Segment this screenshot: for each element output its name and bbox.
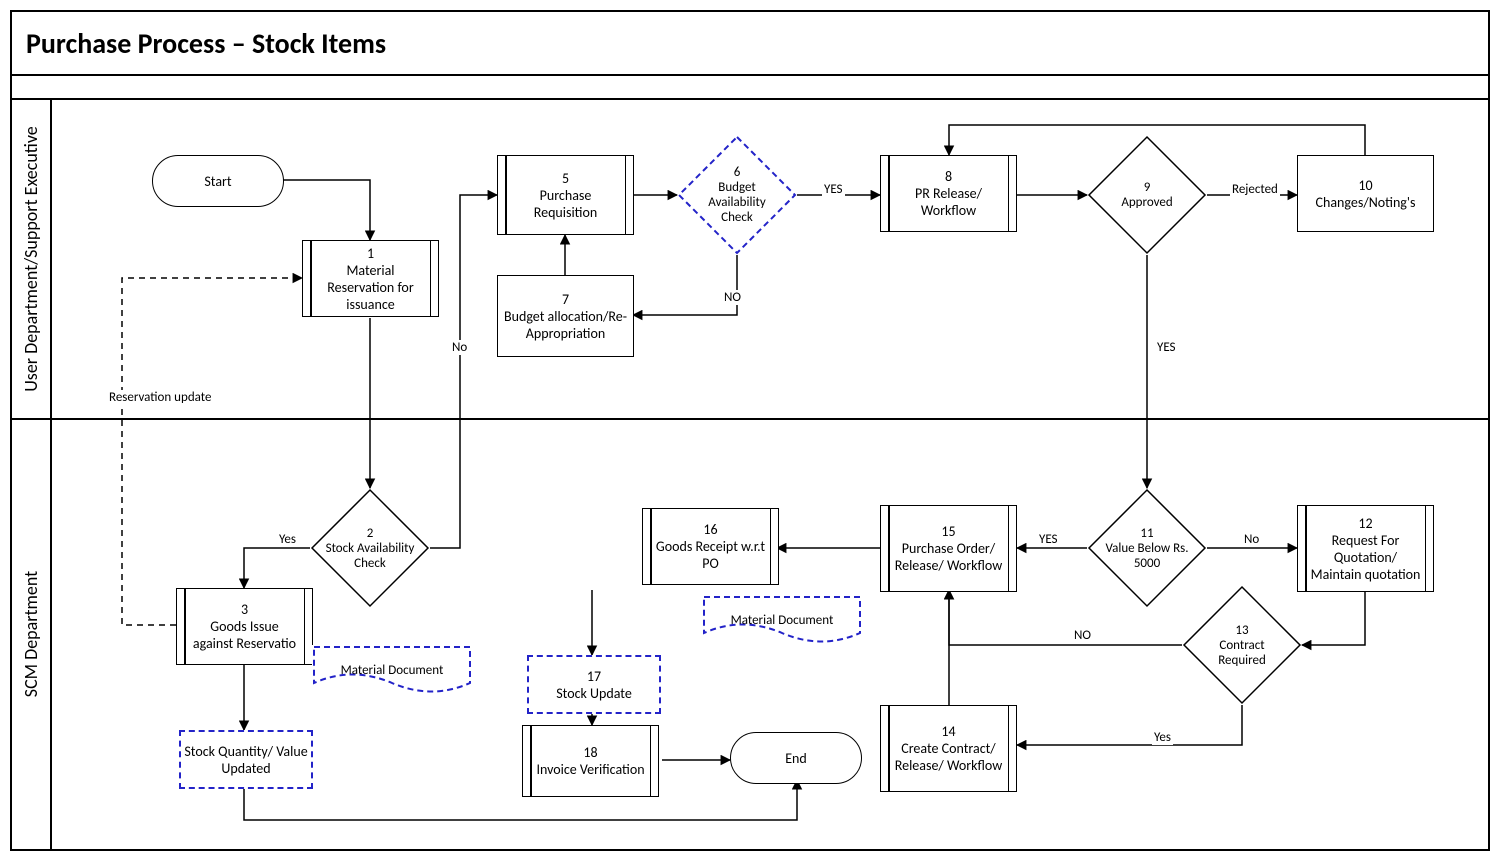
- node-label: Value Below Rs. 5000: [1102, 541, 1192, 571]
- edge-reservation-update: Reservation update: [107, 390, 213, 405]
- node-3-goods-issue: 3 Goods Issue against Reservatio: [176, 588, 313, 665]
- node-num: 10: [1316, 177, 1416, 194]
- node-15-purchase-order: 15 Purchase Order/ Release/ Workflow: [880, 505, 1017, 592]
- node-label: Stock Availability Check: [325, 541, 415, 571]
- node-end: End: [730, 732, 862, 784]
- edge-no-2: NO: [722, 290, 743, 305]
- node-num: 18: [536, 744, 644, 761]
- lane-label-scm: SCM Department: [20, 570, 42, 696]
- node-17-stock-update: 17 Stock Update: [527, 655, 661, 714]
- node-num: 17: [556, 668, 632, 685]
- node-num: 15: [893, 523, 1004, 540]
- diagram-frame: Purchase Process – Stock Items User Depa…: [10, 10, 1490, 851]
- edge-yes-5: Yes: [1152, 730, 1173, 745]
- node-num: 12: [1310, 515, 1421, 532]
- node-num: 11: [1102, 526, 1192, 541]
- node-label: Changes/Noting's: [1316, 194, 1416, 211]
- node-9-approved: 9 Approved: [1087, 135, 1207, 255]
- node-num: 7: [498, 291, 633, 308]
- node-13-contract-required: 13 Contract Required: [1182, 585, 1302, 705]
- node-num: 3: [189, 601, 300, 618]
- node-label: Stock Update: [556, 685, 632, 702]
- node-num: 14: [893, 723, 1004, 740]
- node-num: 2: [325, 526, 415, 541]
- node-num: 16: [655, 521, 766, 538]
- node-12-rfq: 12 Request For Quotation/ Maintain quota…: [1297, 505, 1434, 592]
- node-16-goods-receipt: 16 Goods Receipt w.r.t PO: [642, 508, 779, 585]
- node-2-stock-check: 2 Stock Availability Check: [310, 488, 430, 608]
- lane-label-col: User Department/Support Executive: [12, 100, 52, 418]
- lane-label-user: User Department/Support Executive: [20, 126, 42, 392]
- node-label: Invoice Verification: [536, 761, 644, 778]
- doc-label: Material Document: [341, 663, 444, 678]
- spacer-bar: [12, 76, 1488, 100]
- edge-no-1: No: [450, 340, 469, 355]
- node-stock-qty-updated: Stock Quantity/ Value Updated: [179, 730, 313, 789]
- edge-yes-2: YES: [822, 182, 845, 197]
- node-material-document-2: Material Document: [702, 595, 862, 645]
- node-label: Purchase Requisition: [510, 187, 621, 221]
- node-5-purchase-requisition: 5 Purchase Requisition: [497, 155, 634, 235]
- swimlanes: User Department/Support Executive SCM De…: [12, 100, 1488, 847]
- node-8-pr-release: 8 PR Release/ Workflow: [880, 155, 1017, 232]
- node-18-invoice-verification: 18 Invoice Verification: [522, 725, 659, 797]
- node-num: 5: [510, 170, 621, 187]
- node-label: Approved: [1102, 195, 1192, 210]
- node-material-document-1: Material Document: [312, 645, 472, 695]
- node-label: Purchase Order/ Release/ Workflow: [893, 540, 1004, 574]
- edge-yes-4: YES: [1037, 532, 1060, 547]
- node-num: 8: [893, 168, 1004, 185]
- node-label: Goods Issue against Reservatio: [189, 618, 300, 652]
- edge-rejected: Rejected: [1230, 182, 1280, 197]
- node-1-material-reservation: 1 Material Reservation for issuance: [302, 240, 439, 317]
- node-label: Contract Required: [1197, 638, 1287, 668]
- node-end-label: End: [785, 750, 807, 767]
- node-label: Request For Quotation/ Maintain quotatio…: [1310, 532, 1421, 583]
- node-num: 1: [315, 245, 426, 262]
- node-14-create-contract: 14 Create Contract/ Release/ Workflow: [880, 705, 1017, 792]
- edge-no-4: NO: [1072, 628, 1093, 643]
- node-label: Create Contract/ Release/ Workflow: [893, 740, 1004, 774]
- node-10-changes: 10 Changes/Noting's: [1297, 155, 1434, 232]
- node-label: PR Release/ Workflow: [893, 185, 1004, 219]
- node-num: 9: [1102, 180, 1192, 195]
- edge-yes-3: YES: [1155, 340, 1178, 355]
- node-label: Budget allocation/Re-Appropriation: [498, 308, 633, 342]
- edge-yes-1: Yes: [277, 532, 298, 547]
- node-start: Start: [152, 155, 284, 207]
- node-num: 13: [1197, 623, 1287, 638]
- node-label: Stock Quantity/ Value Updated: [181, 743, 311, 777]
- node-start-label: Start: [204, 173, 231, 190]
- doc-label: Material Document: [731, 613, 834, 628]
- node-num: 6: [692, 165, 782, 180]
- lane-label-col: SCM Department: [12, 418, 52, 849]
- page-title: Purchase Process – Stock Items: [12, 12, 1488, 76]
- node-label: Goods Receipt w.r.t PO: [655, 538, 766, 572]
- node-6-budget-check: 6 Budget Availability Check: [677, 135, 797, 255]
- node-7-budget-allocation: 7 Budget allocation/Re-Appropriation: [497, 275, 634, 357]
- edge-no-3: No: [1242, 532, 1261, 547]
- node-label: Budget Availability Check: [692, 180, 782, 225]
- node-label: Material Reservation for issuance: [315, 262, 426, 313]
